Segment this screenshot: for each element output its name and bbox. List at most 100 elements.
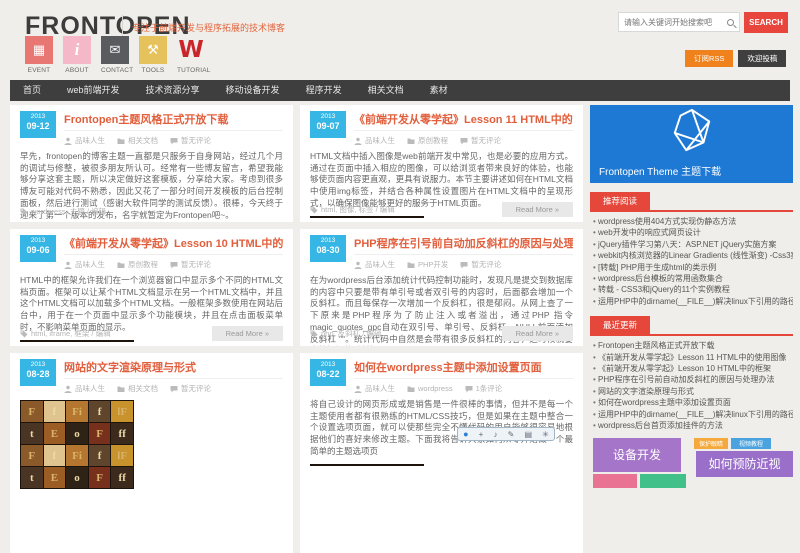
category-name: 原创教程: [418, 135, 448, 146]
nav-item[interactable]: 移动设备开发: [213, 80, 293, 101]
nav-item[interactable]: 技术资源分享: [133, 80, 213, 101]
category-meta[interactable]: 原创教程: [407, 135, 448, 146]
sidebar-link[interactable]: 网站的文字渲染原理与形式: [593, 386, 793, 397]
submit-button[interactable]: 欢迎投稿: [738, 50, 786, 67]
category-meta[interactable]: PHP开发: [407, 259, 448, 270]
sidebar-link[interactable]: 《前端开发从零学起》Lesson 11 HTML中的使用图像: [593, 352, 793, 363]
comments-count: 暂无评论: [181, 135, 211, 146]
tag-cloud-item[interactable]: 视频教程: [731, 438, 771, 449]
quick-link-about[interactable]: iABOUT: [63, 36, 91, 74]
article-title[interactable]: Frontopen主题风格正式开放下载: [64, 111, 283, 131]
sidebar-link[interactable]: Frontopen主题风格正式开放下载: [593, 340, 793, 351]
quick-link-event[interactable]: ▦EVENT: [25, 36, 53, 74]
quick-link-contact[interactable]: ✉CONTACT: [101, 36, 129, 74]
letterpress-collage-image[interactable]: FfFiflFtEoFffFfFiflFtEoFff: [20, 400, 134, 489]
nav-item[interactable]: 素材: [417, 80, 461, 101]
nav-item[interactable]: web前端开发: [54, 80, 133, 101]
category-name: wordpress: [418, 384, 453, 393]
article-title[interactable]: 《前端开发从零学起》Lesson 11 HTML中的使用图像: [354, 111, 573, 131]
author-meta[interactable]: 品味人生: [354, 135, 395, 146]
tag-cloud-item[interactable]: [640, 474, 686, 488]
head-right: 如何在wordpress主题中添加设置页面 品味人生 wordpress 1条评…: [354, 359, 573, 394]
collage-tile: f: [44, 445, 66, 466]
comments-meta[interactable]: 暂无评论: [170, 383, 211, 394]
search-button[interactable]: SEARCH: [744, 12, 788, 33]
comments-meta[interactable]: 暂无评论: [460, 135, 501, 146]
sidebar-link[interactable]: wordpress后台模板的常用函数集合: [593, 273, 793, 284]
article-meta: 品味人生 PHP开发 暂无评论: [354, 259, 573, 270]
author-meta[interactable]: 品味人生: [354, 383, 395, 394]
sidebar-link[interactable]: webkit内核浏览器的Linear Gradients (线性渐变) -Css…: [593, 250, 793, 261]
read-more-button[interactable]: Read More »: [212, 326, 283, 341]
author-meta[interactable]: 品味人生: [354, 259, 395, 270]
head-right: Frontopen主题风格正式开放下载 品味人生 相关文档 暂无评论: [64, 111, 283, 146]
card-head: 2013 09-12 Frontopen主题风格正式开放下载 品味人生 相关文档: [20, 111, 283, 146]
category-meta[interactable]: 原创教程: [117, 259, 158, 270]
comments-meta[interactable]: 1条评论: [465, 383, 503, 394]
category-meta[interactable]: 相关文档: [117, 383, 158, 394]
toolbar-glyph: ♪: [493, 430, 497, 439]
sidebar-link[interactable]: jQuery插件学习第八天：ASP.NET jQuery实施方案: [593, 239, 793, 250]
author-meta[interactable]: 品味人生: [64, 383, 105, 394]
article-card: 2013 09-06 《前端开发从零学起》Lesson 10 HTML中的框架 …: [10, 229, 293, 346]
comment-icon: [170, 137, 178, 145]
banner-text: Frontopen Theme 主题下载: [599, 163, 721, 178]
article-title[interactable]: PHP程序在引号前自动加反斜杠的原因与处理办法: [354, 235, 573, 255]
tag-cloud-item[interactable]: 如何预防近视: [696, 451, 793, 477]
sidebar-link[interactable]: wordpress使用404方式实现伪静态方法: [593, 216, 793, 227]
nav-item[interactable]: 相关文档: [355, 80, 417, 101]
ribbon-icon: W: [177, 36, 205, 64]
tags-line[interactable]: wordpress, 主题 / 编辑: [20, 206, 106, 217]
tags-line[interactable]: html, iframe, 框架 / 编辑: [20, 328, 111, 339]
tags-line[interactable]: html, 图像, 标签 / 编辑: [310, 204, 395, 215]
collage-tile: f: [44, 401, 66, 422]
sidebar-link[interactable]: 运用PHP中的dirname(__FILE__)解决linux下引用的路径问题: [593, 296, 793, 307]
card-footer: html, 图像, 标签 / 编辑 Read More »: [310, 202, 573, 217]
site-tagline: 专注于前端开发与程序拓展的技术博客: [132, 21, 285, 34]
theme-download-banner[interactable]: Frontopen Theme 主题下载: [590, 105, 793, 183]
quick-link-tutorial[interactable]: WTUTORIAL: [177, 36, 205, 74]
author-meta[interactable]: 品味人生: [64, 259, 105, 270]
comments-meta[interactable]: 暂无评论: [170, 259, 211, 270]
sidebar-link[interactable]: [转载] PHP用于生成html的类示例: [593, 262, 793, 273]
sidebar-link[interactable]: web开发中的响应式网页设计: [593, 227, 793, 238]
sidebar-link[interactable]: 如何在wordpress主题中添加设置页面: [593, 397, 793, 408]
collage-tile: Fi: [66, 445, 88, 466]
date-year: 2013: [20, 113, 56, 121]
sidebar-link[interactable]: PHP程序在引号前自动加反斜杠的原因与处理办法: [593, 374, 793, 385]
person-icon: [354, 385, 362, 393]
polyhedron-logo-icon: [666, 108, 718, 154]
article-title[interactable]: 《前端开发从零学起》Lesson 10 HTML中的框架: [64, 235, 283, 255]
sidebar-link[interactable]: 《前端开发从零学起》Lesson 10 HTML中的框架: [593, 363, 793, 374]
quick-link-tools[interactable]: ⚒TOOLS: [139, 36, 167, 74]
letterpress-collage-image[interactable]: [310, 464, 424, 466]
category-meta[interactable]: wordpress: [407, 384, 453, 393]
sidebar-link[interactable]: 转载 - CSS3和jQuery的11个实例教程: [593, 284, 793, 295]
comments-meta[interactable]: 暂无评论: [170, 135, 211, 146]
folder-icon: [117, 385, 125, 393]
article-title[interactable]: 如何在wordpress主题中添加设置页面: [354, 359, 573, 379]
card-footer: html, iframe, 框架 / 编辑 Read More »: [20, 326, 283, 341]
date-badge: 2013 09-07: [310, 111, 346, 138]
read-more-button[interactable]: Read More »: [502, 202, 573, 217]
collage-tile: F: [89, 423, 111, 444]
author-meta[interactable]: 品味人生: [64, 135, 105, 146]
category-meta[interactable]: 相关文档: [117, 135, 158, 146]
rss-button[interactable]: 订阅RSS: [685, 50, 733, 67]
article-meta: 品味人生 相关文档 暂无评论: [64, 135, 283, 146]
tag-cloud-item[interactable]: 设备开发: [593, 438, 681, 472]
tag-cloud-item[interactable]: [593, 474, 637, 488]
sidebar-link[interactable]: 运用PHP中的dirname(__FILE__)解决linux下引用的路径问题: [593, 409, 793, 420]
article-card: 2013 09-12 Frontopen主题风格正式开放下载 品味人生 相关文档: [10, 105, 293, 222]
comments-count: 1条评论: [476, 383, 503, 394]
search-input[interactable]: [624, 18, 727, 27]
comments-meta[interactable]: 暂无评论: [460, 259, 501, 270]
tags-line[interactable]: php, 反斜杠 / 编辑: [310, 328, 381, 339]
article-title[interactable]: 网站的文字渲染原理与形式: [64, 359, 283, 379]
read-more-button[interactable]: Read More »: [502, 326, 573, 341]
tag-cloud-item[interactable]: 保护眼睛: [694, 438, 728, 449]
sidebar-link[interactable]: wordpress后台首页添加挂件的方法: [593, 420, 793, 431]
quick-links: ▦EVENT iABOUT ✉CONTACT ⚒TOOLS WTUTORIAL: [25, 36, 205, 74]
nav-item[interactable]: 程序开发: [293, 80, 355, 101]
nav-item[interactable]: 首页: [10, 80, 54, 101]
